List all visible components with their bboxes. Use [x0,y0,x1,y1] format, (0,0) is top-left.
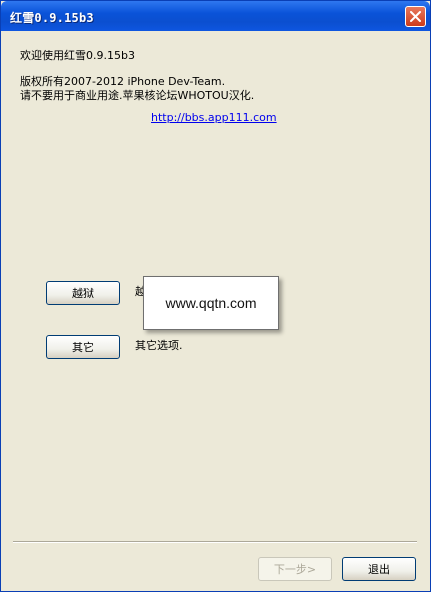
other-button[interactable]: 其它 [46,335,120,359]
title-bar[interactable]: 红雪0.9.15b3 [1,1,430,31]
other-description: 其它选项. [135,339,183,352]
close-icon [410,11,421,22]
exit-button[interactable]: 退出 [342,557,416,581]
jailbreak-button[interactable]: 越狱 [46,281,120,305]
watermark-text: www.qqtn.com [165,295,257,311]
next-button[interactable]: 下一步> [258,557,332,581]
welcome-text: 欢迎使用红雪0.9.15b3 [20,49,135,62]
notice-text: 请不要用于商业用途.苹果核论坛WHOTOU汉化. [20,89,255,102]
watermark-overlay: www.qqtn.com [143,276,279,330]
forum-link[interactable]: http://bbs.app111.com [151,111,277,124]
window-title: 红雪0.9.15b3 [10,11,94,25]
close-button[interactable] [405,6,426,27]
dialog-window: 红雪0.9.15b3 欢迎使用红雪0.9.15b3 版权所有2007-2012 … [0,0,431,592]
footer-separator [13,541,417,543]
